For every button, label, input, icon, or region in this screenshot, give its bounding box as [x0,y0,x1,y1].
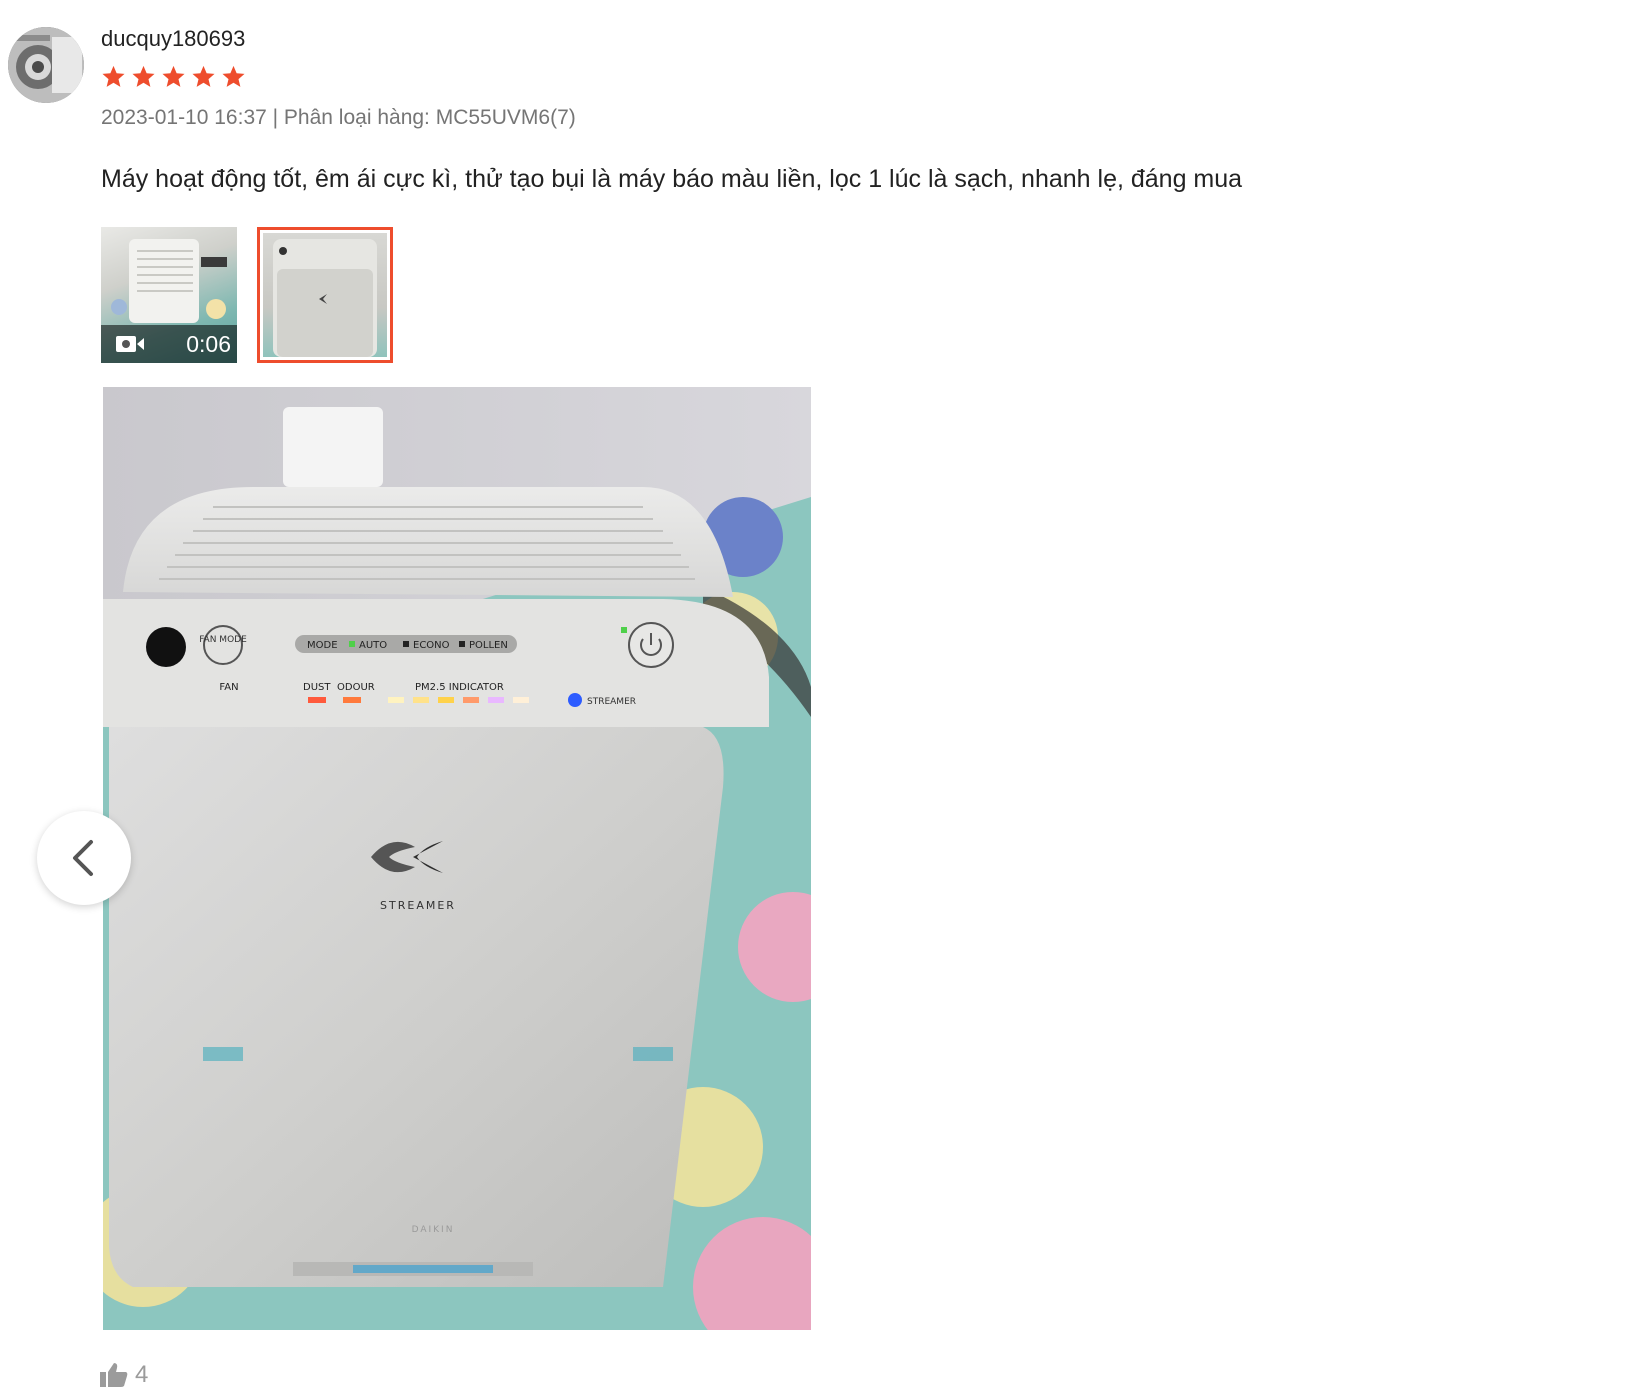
chevron-left-icon [73,840,93,876]
username[interactable]: ducquy180693 [101,24,245,54]
star-icon [102,65,125,87]
video-camera-icon [116,336,144,352]
svg-text:PM2.5 INDICATOR: PM2.5 INDICATOR [415,682,504,693]
svg-text:DUST: DUST [303,682,331,693]
rating-stars [101,64,246,92]
air-purifier-photo: FAN MODE MODE AUTO ECONO POLLEN FAN DUST… [103,387,811,1330]
video-thumbnail-image [111,239,227,323]
star-icon [222,65,245,87]
review-comment: Máy hoạt động tốt, êm ái cực kì, thử tạo… [101,165,1243,193]
svg-text:ODOUR: ODOUR [337,682,375,693]
svg-text:POLLEN: POLLEN [469,640,508,651]
star-icon [162,65,185,87]
svg-text:DAIKIN: DAIKIN [412,1225,455,1235]
review-meta: 2023-01-10 16:37 | Phân loại hàng: MC55U… [101,106,576,129]
video-thumbnail[interactable]: 0:06 [101,227,237,363]
avatar[interactable] [8,27,84,103]
photo-thumbnail-image [263,233,387,357]
svg-text:STREAMER: STREAMER [380,899,456,912]
star-icon [192,65,215,87]
previous-photo-button[interactable] [37,811,131,905]
svg-text:MODE: MODE [307,640,338,651]
photo-thumbnail-selected[interactable] [257,227,393,363]
video-duration: 0:06 [186,331,231,357]
review-photo-large[interactable]: FAN MODE MODE AUTO ECONO POLLEN FAN DUST… [103,387,811,1330]
like-count: 4 [135,1361,149,1388]
avatar-image [8,27,84,103]
svg-text:AUTO: AUTO [359,640,387,651]
star-icon [132,65,155,87]
like-button[interactable]: 4 [99,1362,148,1388]
thumbs-up-icon [100,1363,128,1387]
svg-text:FAN MODE: FAN MODE [199,635,247,645]
svg-text:FAN: FAN [219,682,238,693]
video-info-bar: 0:06 [101,325,237,363]
svg-text:ECONO: ECONO [413,640,450,651]
svg-text:STREAMER: STREAMER [587,697,636,707]
